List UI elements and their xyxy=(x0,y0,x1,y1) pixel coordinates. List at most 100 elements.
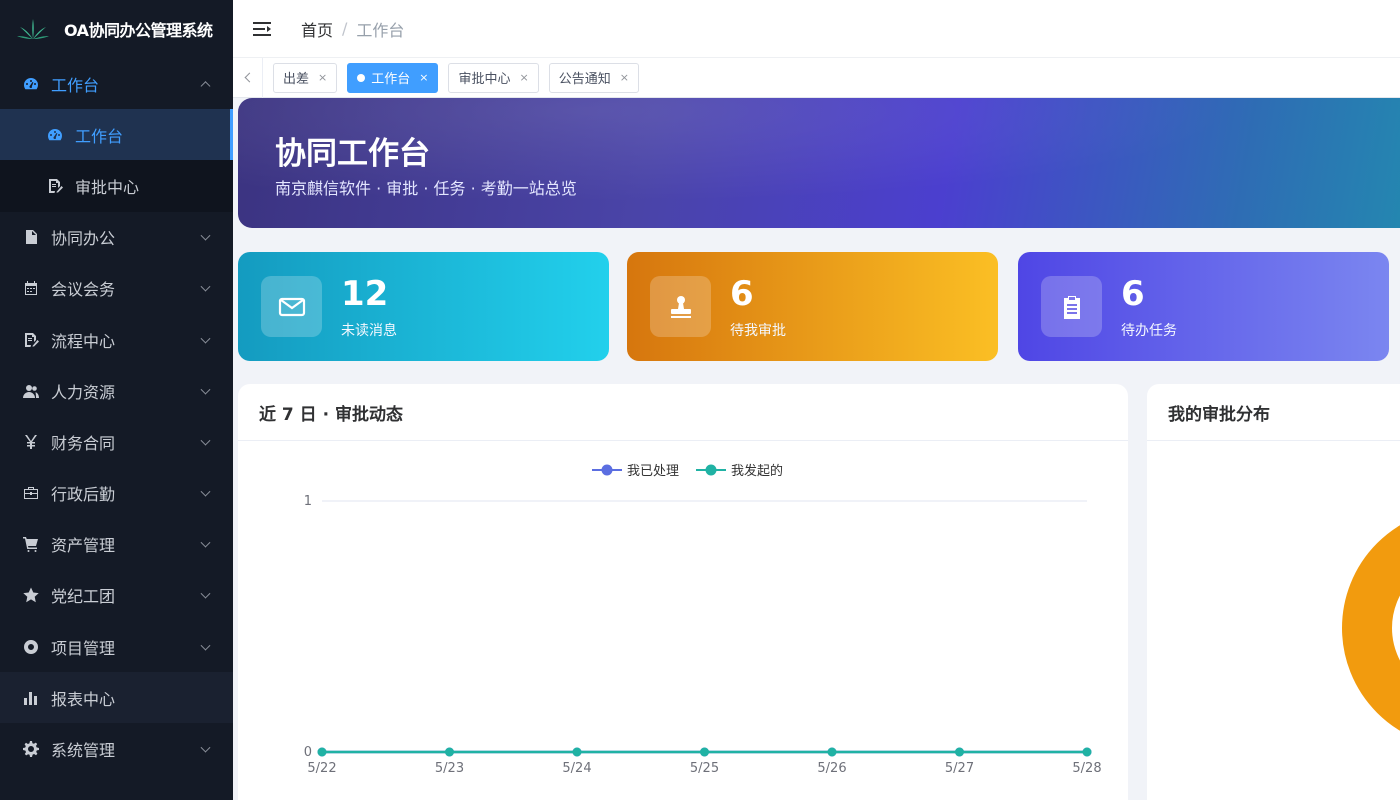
sidebar-item-assets[interactable]: 资产管理 xyxy=(0,519,233,570)
legend-label: 我发起的 xyxy=(731,463,783,479)
approval-distribution-donut-chart xyxy=(1342,525,1400,731)
sidebar-subitem-workbench[interactable]: 工作台 xyxy=(0,109,233,161)
calendar-icon xyxy=(22,279,40,297)
document-edit-icon xyxy=(46,177,64,195)
stat-card-pending-approvals[interactable]: 6 待我审批 xyxy=(627,252,998,361)
close-icon[interactable]: × xyxy=(620,71,629,84)
sidebar-item-admin-logistics[interactable]: 行政后勤 xyxy=(0,468,233,519)
chevron-down-icon xyxy=(200,742,211,753)
clipboard-icon xyxy=(1041,276,1102,337)
tag-label: 工作台 xyxy=(371,72,411,87)
chevron-down-icon xyxy=(200,486,211,497)
data-point xyxy=(572,747,582,757)
stat-value: 6 xyxy=(1121,274,1145,314)
sidebar-item-label: 会议会务 xyxy=(51,280,116,300)
close-icon[interactable]: × xyxy=(318,71,327,84)
legend-label: 我已处理 xyxy=(627,464,679,479)
sidebar-item-label: 党纪工团 xyxy=(51,587,116,607)
stat-label: 未读消息 xyxy=(341,323,397,339)
chevron-down-icon xyxy=(200,435,211,446)
main-content: 协同工作台 南京麒信软件 · 审批 · 任务 · 考勤一站总览 12 未读消息 … xyxy=(233,98,1400,800)
data-point xyxy=(827,747,837,757)
stat-card-unread-messages[interactable]: 12 未读消息 xyxy=(238,252,609,361)
dashboard-icon xyxy=(46,126,64,144)
sidebar-item-finance[interactable]: 财务合同 xyxy=(0,416,233,467)
y-tick-label: 0 xyxy=(304,745,312,760)
dashboard-icon xyxy=(22,75,40,93)
sidebar-item-process-center[interactable]: 流程中心 xyxy=(0,314,233,365)
submenu-workbench: 工作台 审批中心 xyxy=(0,109,233,212)
tag-approval-center[interactable]: 审批中心 × xyxy=(448,62,539,93)
sidebar-item-party[interactable]: 党纪工团 xyxy=(0,570,233,621)
stat-label: 待办任务 xyxy=(1121,323,1177,339)
sidebar-item-label: 行政后勤 xyxy=(51,485,116,505)
menu-toggle-icon[interactable] xyxy=(253,21,273,37)
hero-banner: 协同工作台 南京麒信软件 · 审批 · 任务 · 考勤一站总览 xyxy=(238,98,1400,228)
sidebar-item-workbench[interactable]: 工作台 xyxy=(0,58,233,109)
y-tick-label: 1 xyxy=(304,494,312,509)
gear-icon xyxy=(22,740,40,758)
data-point xyxy=(700,747,709,757)
tags-bar: 出差 × 工作台 × 审批中心 × 公告通知 × xyxy=(233,57,1400,98)
stat-card-todo-tasks[interactable]: 6 待办任务 xyxy=(1018,252,1389,361)
chevron-down-icon xyxy=(200,230,211,241)
briefcase-icon xyxy=(22,484,40,502)
sidebar-item-collaboration[interactable]: 协同办公 xyxy=(0,212,233,263)
chevron-down-icon xyxy=(200,281,211,292)
x-tick-label: 5/27 xyxy=(945,761,974,776)
approval-activity-line-chart: 0 1 5/22 5/23 5/24 5/25 5/26 5/27 5/28 我已处理 我发起的 xyxy=(304,463,1102,776)
chevron-up-icon xyxy=(200,80,211,91)
approval-distribution-card: 我的审批分布 xyxy=(1147,384,1400,800)
chevron-down-icon xyxy=(200,537,211,548)
cart-icon xyxy=(22,535,40,553)
tags-scroll-left-button[interactable] xyxy=(233,57,263,98)
sidebar-item-hr[interactable]: 人力资源 xyxy=(0,365,233,416)
data-point xyxy=(445,747,454,757)
stat-value: 6 xyxy=(730,274,754,314)
mail-icon xyxy=(261,276,322,337)
donut-slice[interactable] xyxy=(1342,525,1400,731)
breadcrumb: 首页 / 工作台 xyxy=(301,17,404,41)
sidebar-item-reports[interactable]: 报表中心 xyxy=(0,672,233,724)
users-icon xyxy=(22,382,40,400)
tag-business-trip[interactable]: 出差 × xyxy=(273,62,338,93)
x-tick-label: 5/28 xyxy=(1072,761,1101,776)
sidebar-item-label: 系统管理 xyxy=(51,741,116,761)
sidebar-subitem-approval-center[interactable]: 审批中心 xyxy=(0,160,233,211)
chevron-down-icon xyxy=(200,333,211,344)
chevron-down-icon xyxy=(200,640,211,651)
tag-workbench[interactable]: 工作台 × xyxy=(347,62,439,93)
x-tick-label: 5/25 xyxy=(690,761,719,776)
sidebar-item-label: 财务合同 xyxy=(51,433,116,453)
tag-label: 审批中心 xyxy=(458,72,511,87)
chevron-left-icon xyxy=(244,72,254,83)
sidebar-item-label: 人力资源 xyxy=(51,382,116,402)
active-dot xyxy=(357,73,366,82)
sidebar-item-label: 工作台 xyxy=(75,126,124,146)
data-point xyxy=(317,747,327,757)
breadcrumb-current: 工作台 xyxy=(356,20,405,40)
app-title: OA协同办公管理系统 xyxy=(64,21,213,40)
sidebar-item-system[interactable]: 系统管理 xyxy=(0,723,233,774)
x-tick-label: 5/24 xyxy=(562,761,591,776)
sidebar: OA协同办公管理系统 工作台 工作台 审批中心 协同办公 会议会务 流程中心 人… xyxy=(0,0,233,800)
app-logo[interactable]: OA协同办公管理系统 xyxy=(0,0,233,58)
sidebar-item-label: 项目管理 xyxy=(51,638,116,658)
star-icon xyxy=(22,586,40,604)
close-icon[interactable]: × xyxy=(519,71,528,84)
sidebar-item-label: 资产管理 xyxy=(51,536,116,556)
document-icon xyxy=(22,228,40,246)
chevron-down-icon xyxy=(200,384,211,395)
sidebar-item-label: 工作台 xyxy=(51,75,100,95)
tag-label: 公告通知 xyxy=(558,72,611,87)
x-tick-label: 5/26 xyxy=(817,761,846,776)
breadcrumb-home[interactable]: 首页 xyxy=(301,17,333,41)
close-icon[interactable]: × xyxy=(419,71,428,84)
sidebar-item-meetings[interactable]: 会议会务 xyxy=(0,263,233,314)
document-edit-icon xyxy=(22,331,40,349)
sidebar-item-label: 报表中心 xyxy=(51,689,116,709)
tag-announcements[interactable]: 公告通知 × xyxy=(548,62,639,93)
sidebar-item-projects[interactable]: 项目管理 xyxy=(0,621,233,672)
bar-chart-icon xyxy=(22,689,40,707)
sidebar-item-label: 协同办公 xyxy=(51,229,116,249)
